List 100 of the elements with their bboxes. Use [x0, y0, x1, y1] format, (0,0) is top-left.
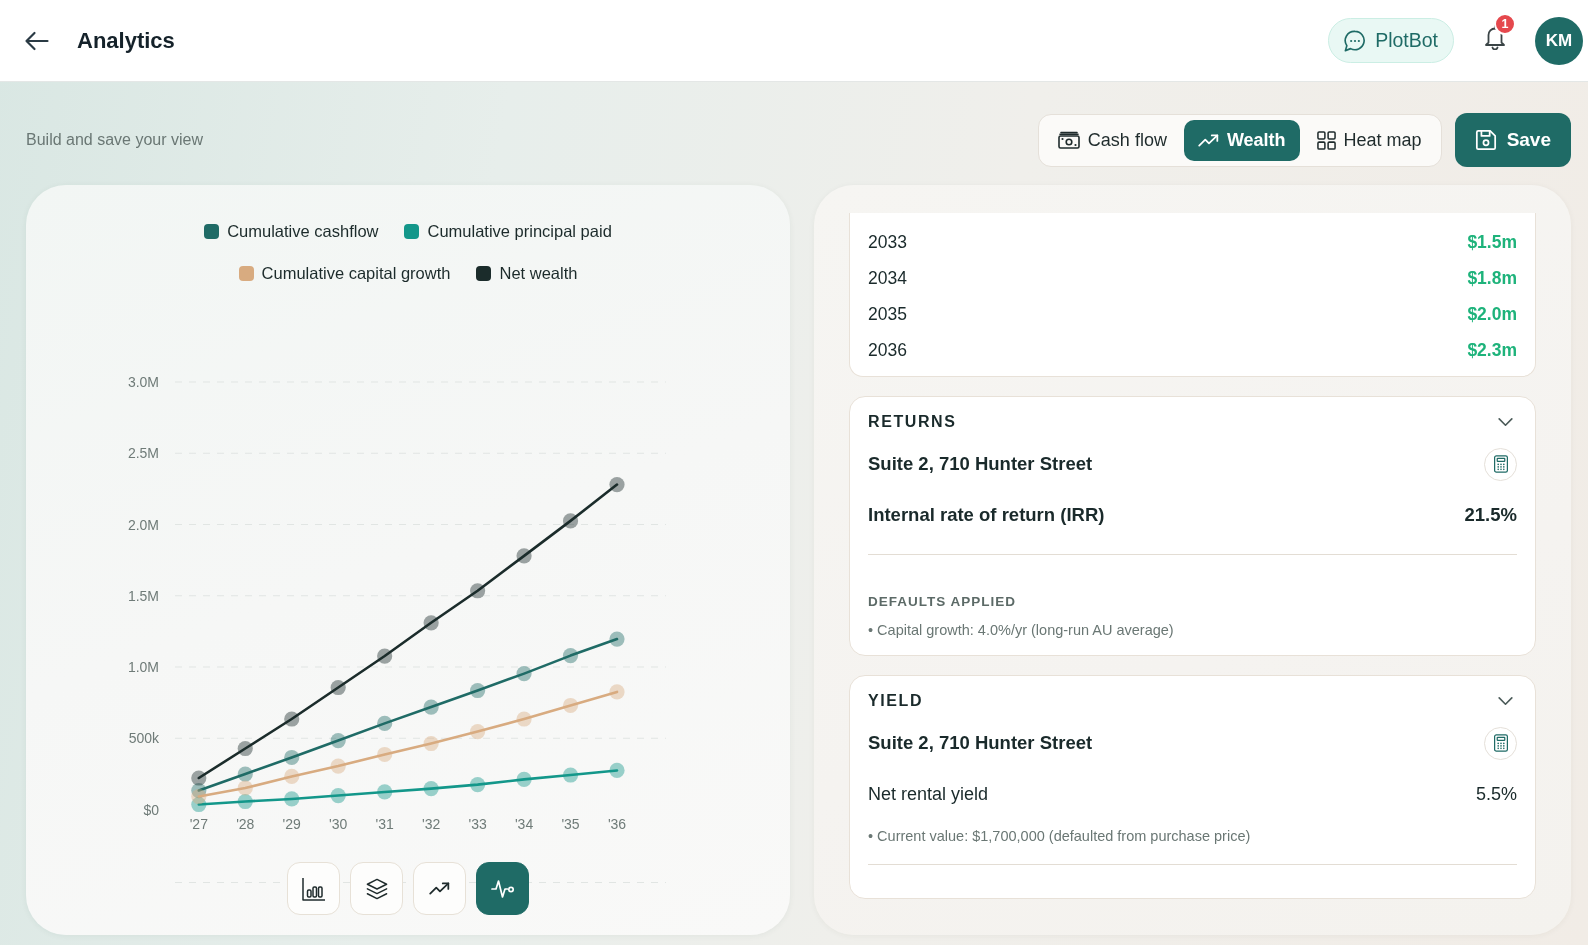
y-axis-label: 1.5M [127, 587, 159, 604]
data-point [237, 740, 253, 757]
y-axis-label: 3.0M [127, 374, 159, 390]
data-point [330, 679, 346, 696]
note-text: • Current value: $1,700,000 (defaulted from purchase price) [868, 827, 1252, 846]
grid-icon [1316, 130, 1336, 150]
data-point [237, 793, 253, 810]
user-avatar[interactable]: KM [1535, 16, 1583, 65]
x-axis-label: '32 [422, 815, 441, 832]
assistant-button[interactable]: PlotBot [1328, 18, 1454, 63]
data-point [423, 615, 439, 631]
chart-type-button[interactable] [476, 862, 529, 915]
year-label: 2033 [868, 231, 907, 253]
legend-label: Cumulative principal paid [427, 221, 612, 242]
arrow-left-icon[interactable] [24, 30, 49, 51]
data-point [562, 513, 579, 529]
x-axis-label: '27 [189, 815, 208, 832]
chevron-down-icon[interactable] [1498, 417, 1513, 427]
layers-icon [365, 877, 388, 900]
banknote-icon [1057, 131, 1080, 149]
data-point [562, 767, 579, 783]
y-axis-label: $0 [143, 801, 159, 818]
x-axis-label: '34 [514, 815, 534, 832]
projected-value: $1.8m [1467, 267, 1517, 289]
data-point [284, 768, 300, 785]
data-point [423, 735, 439, 752]
chevron-down-icon[interactable] [1498, 696, 1513, 706]
metric-value: 21.5% [1464, 504, 1517, 526]
data-point [470, 776, 486, 793]
data-point [423, 780, 439, 797]
data-point [609, 631, 625, 647]
data-point [470, 583, 486, 599]
y-axis-label: 500k [128, 730, 159, 747]
data-point [191, 788, 207, 805]
year-label: 2036 [868, 339, 907, 361]
section-title: RETURNS [868, 413, 957, 431]
data-point [516, 711, 532, 727]
data-point [470, 723, 486, 740]
data-point [330, 787, 346, 804]
data-point [377, 648, 393, 664]
section-title: YIELD [868, 692, 924, 710]
projected-value: $1.5m [1467, 231, 1517, 253]
notification-button[interactable]: 1 [1483, 11, 1518, 50]
data-point [191, 770, 207, 786]
chat-bubble-icon [1344, 29, 1367, 52]
data-point [516, 665, 532, 682]
trending-up-icon [429, 882, 450, 895]
data-point [330, 758, 346, 774]
data-point [562, 697, 579, 714]
note-text: • Capital growth: 4.0%/yr (long-run AU average) [868, 621, 1175, 640]
x-axis-label: '36 [607, 815, 627, 832]
projected-value: $2.0m [1467, 303, 1517, 325]
legend-label: Cumulative capital growth [261, 263, 451, 284]
view-tab[interactable]: Heat map [1302, 119, 1436, 161]
data-point [284, 711, 300, 727]
metric-label: Internal rate of return (IRR) [868, 504, 1105, 526]
year-label: 2034 [868, 267, 907, 289]
data-point [516, 548, 532, 564]
save-button[interactable]: Save [1454, 113, 1571, 167]
data-point [423, 699, 439, 715]
subtitle-text: Build and save your view [26, 131, 203, 149]
projected-value: $2.3m [1467, 339, 1517, 361]
data-point [237, 766, 253, 782]
notification-badge: 1 [1494, 13, 1516, 35]
data-point [609, 477, 625, 493]
data-point [377, 715, 393, 732]
y-axis-label: 2.5M [127, 445, 159, 462]
view-tab[interactable]: Wealth [1183, 119, 1300, 161]
save-icon [1474, 129, 1497, 151]
property-name: Suite 2, 710 Hunter Street [868, 732, 1093, 754]
calculator-icon [1493, 734, 1508, 752]
calculator-button[interactable] [1484, 447, 1517, 481]
data-point [516, 771, 532, 788]
view-tab[interactable]: Cash flow [1043, 119, 1181, 161]
y-axis-label: 2.0M [127, 516, 159, 533]
data-point [284, 749, 300, 766]
x-axis-label: '29 [282, 815, 301, 832]
x-axis-label: '35 [561, 815, 580, 832]
x-axis-label: '28 [236, 815, 255, 832]
data-point [377, 784, 393, 800]
metric-value: 5.5% [1475, 783, 1517, 805]
calculator-icon [1493, 455, 1508, 473]
data-point [562, 648, 579, 664]
year-label: 2035 [868, 303, 907, 325]
bar-chart-icon [301, 876, 326, 901]
data-point [470, 682, 486, 699]
data-point [609, 684, 625, 700]
trending-up-icon [1197, 133, 1219, 147]
data-point [330, 732, 346, 749]
calculator-button[interactable] [1484, 726, 1517, 760]
legend-label: Net wealth [499, 263, 578, 284]
y-axis-label: 1.0M [127, 659, 159, 675]
x-axis-label: '31 [375, 815, 394, 832]
metric-label: Net rental yield [868, 783, 989, 805]
data-point [609, 762, 625, 779]
x-axis-label: '33 [468, 815, 487, 832]
page-title: Analytics [77, 26, 175, 55]
data-point [284, 791, 300, 807]
legend-label: Cumulative cashflow [227, 221, 379, 242]
property-name: Suite 2, 710 Hunter Street [868, 453, 1093, 475]
